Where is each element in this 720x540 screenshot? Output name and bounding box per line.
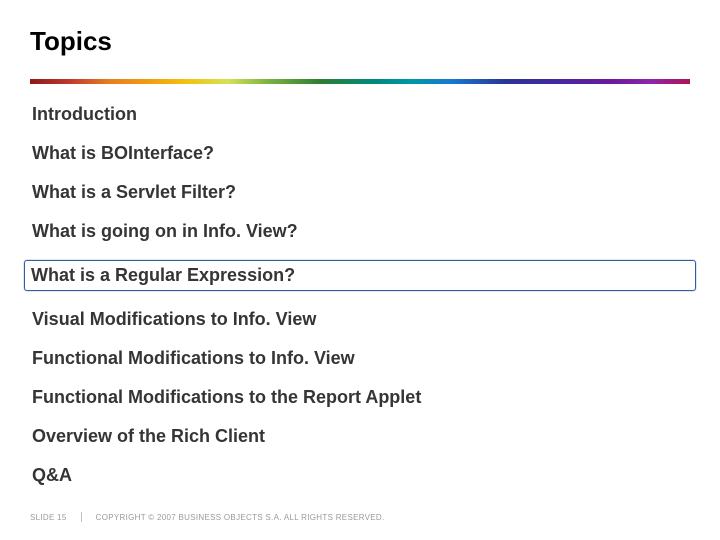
topic-item: What is going on in Info. View? <box>30 221 690 242</box>
topic-item: What is BOInterface? <box>30 143 690 164</box>
copyright-text: COPYRIGHT © 2007 BUSINESS OBJECTS S.A. A… <box>96 513 385 522</box>
slide: Topics Introduction What is BOInterface?… <box>0 0 720 540</box>
slide-footer: SLIDE 15 COPYRIGHT © 2007 BUSINESS OBJEC… <box>30 512 385 522</box>
topic-item: Overview of the Rich Client <box>30 426 690 447</box>
topic-item-highlighted: What is a Regular Expression? <box>24 260 696 291</box>
footer-separator <box>81 512 82 522</box>
topic-item: Functional Modifications to the Report A… <box>30 387 690 408</box>
slide-title: Topics <box>30 26 690 57</box>
slide-number: SLIDE 15 <box>30 513 67 522</box>
topics-list: Introduction What is BOInterface? What i… <box>30 104 690 486</box>
topic-item: Q&A <box>30 465 690 486</box>
topic-item: Introduction <box>30 104 690 125</box>
topic-item: Visual Modifications to Info. View <box>30 309 690 330</box>
topic-item: Functional Modifications to Info. View <box>30 348 690 369</box>
topic-item: What is a Servlet Filter? <box>30 182 690 203</box>
rainbow-divider <box>30 79 690 84</box>
